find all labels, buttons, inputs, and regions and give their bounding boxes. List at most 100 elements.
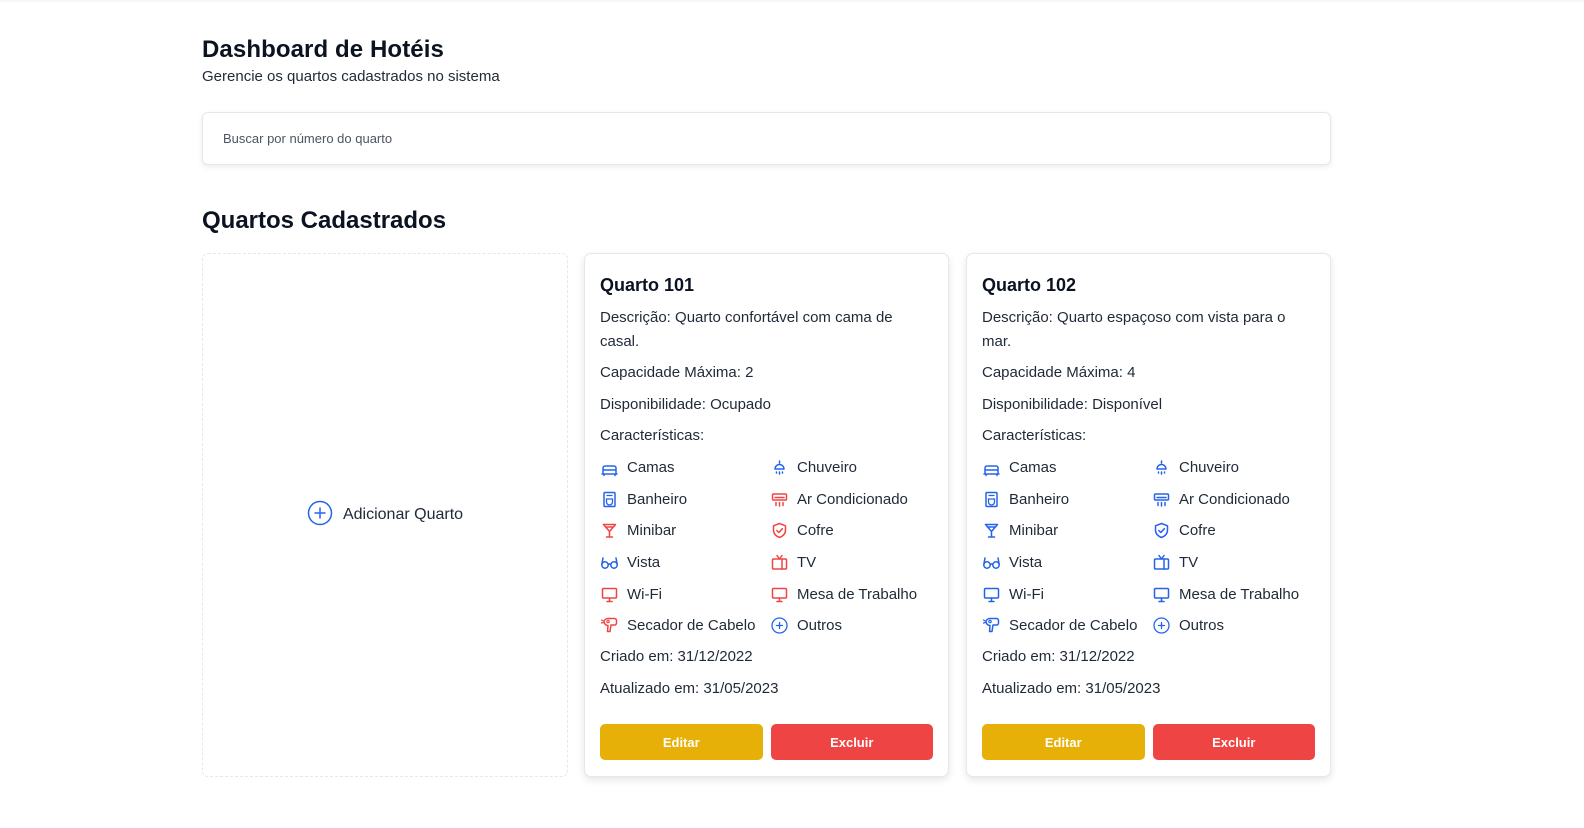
feature-label: Minibar	[1009, 522, 1059, 540]
bed-icon	[600, 458, 619, 477]
add-room-card[interactable]: Adicionar Quarto	[202, 253, 568, 777]
feature-label: Mesa de Trabalho	[1179, 585, 1300, 603]
room-actions: Editar Excluir	[982, 724, 1315, 760]
feature-label: Camas	[1009, 459, 1057, 477]
cocktail-icon	[982, 521, 1001, 540]
feature-item: Minibar	[600, 520, 770, 543]
add-room-label: Adicionar Quarto	[342, 506, 464, 523]
feature-item: Secador de Cabelo	[982, 614, 1152, 637]
feature-label: Chuveiro	[1179, 459, 1240, 477]
feature-item: Banheiro	[600, 488, 770, 511]
tv-icon	[1152, 553, 1171, 572]
room-features-label: Características:	[982, 427, 1087, 444]
hair-dryer-icon	[600, 616, 619, 635]
room-title: Quarto 102	[982, 275, 1077, 295]
feature-item: Cofre	[1152, 520, 1322, 543]
feature-item: Ar Condicionado	[770, 488, 940, 511]
feature-label: Vista	[1009, 554, 1043, 572]
hair-dryer-icon	[982, 616, 1001, 635]
room-capacity: Capacidade Máxima: 4	[982, 364, 1136, 381]
feature-label: Cofre	[1179, 522, 1216, 540]
room-features-label: Características:	[600, 427, 705, 444]
edit-button[interactable]: Editar	[600, 724, 763, 760]
feature-label: Outros	[1179, 617, 1225, 635]
room-updated: Atualizado em: 31/05/2023	[600, 679, 779, 697]
room-card: Quarto 101 Descrição: Quarto confortável…	[584, 253, 949, 777]
feature-label: Vista	[627, 554, 661, 572]
feature-label: Chuveiro	[797, 459, 858, 477]
air-conditioner-icon	[1152, 490, 1171, 509]
add-room-button[interactable]: Adicionar Quarto	[307, 500, 463, 531]
shield-check-icon	[1152, 521, 1171, 540]
feature-label: Wi-Fi	[627, 585, 662, 603]
feature-item: Chuveiro	[770, 457, 940, 480]
feature-item: TV	[1152, 551, 1322, 574]
search-input[interactable]	[203, 113, 1330, 164]
feature-item: Mesa de Trabalho	[770, 583, 940, 606]
feature-label: Banheiro	[1009, 490, 1070, 508]
feature-label: Camas	[627, 459, 675, 477]
shower-icon	[1152, 458, 1171, 477]
room-actions: Editar Excluir	[600, 724, 933, 760]
feature-label: Mesa de Trabalho	[797, 585, 918, 603]
feature-label: Secador de Cabelo	[627, 617, 756, 635]
shower-icon	[770, 458, 789, 477]
monitor-icon	[600, 585, 619, 604]
plus-circle-icon	[1152, 616, 1171, 635]
room-features: Camas Chuveiro Banheiro Ar Condicionado Mini…	[600, 457, 933, 638]
monitor-icon	[770, 585, 789, 604]
delete-button[interactable]: Excluir	[770, 724, 933, 760]
feature-label: Cofre	[797, 522, 834, 540]
feature-item: Banheiro	[982, 488, 1152, 511]
feature-item: Wi-Fi	[982, 583, 1152, 606]
feature-label: Banheiro	[627, 490, 688, 508]
feature-item: TV	[770, 551, 940, 574]
room-updated: Atualizado em: 31/05/2023	[982, 679, 1161, 697]
feature-item: Wi-Fi	[600, 583, 770, 606]
room-capacity: Capacidade Máxima: 2	[600, 364, 754, 381]
room-features: Camas Chuveiro Banheiro Ar Condicionado Mini…	[982, 457, 1315, 638]
feature-label: TV	[1179, 554, 1199, 572]
feature-label: Outros	[797, 617, 843, 635]
feature-label: Ar Condicionado	[1179, 490, 1290, 508]
feature-item: Vista	[982, 551, 1152, 574]
air-conditioner-icon	[770, 490, 789, 509]
glasses-icon	[982, 553, 1001, 572]
feature-item: Camas	[600, 457, 770, 480]
room-availability: Disponibilidade: Ocupado	[600, 395, 771, 413]
feature-item: Ar Condicionado	[1152, 488, 1322, 511]
bathroom-icon	[600, 490, 619, 509]
plus-circle-icon	[307, 500, 333, 531]
room-card: Quarto 102 Descrição: Quarto espaçoso co…	[966, 253, 1331, 777]
feature-item: Camas	[982, 457, 1152, 480]
shield-check-icon	[770, 521, 789, 540]
room-created: Criado em: 31/12/2022	[982, 648, 1135, 666]
room-availability: Disponibilidade: Disponível	[982, 395, 1163, 413]
cocktail-icon	[600, 521, 619, 540]
feature-item: Cofre	[770, 520, 940, 543]
edit-button[interactable]: Editar	[982, 724, 1145, 760]
tv-icon	[770, 553, 789, 572]
feature-item: Mesa de Trabalho	[1152, 583, 1322, 606]
delete-button[interactable]: Excluir	[1152, 724, 1315, 760]
bed-icon	[982, 458, 1001, 477]
feature-item: Minibar	[982, 520, 1152, 543]
feature-label: Wi-Fi	[1009, 585, 1044, 603]
monitor-icon	[982, 585, 1001, 604]
room-created: Criado em: 31/12/2022	[600, 648, 753, 666]
room-description: Descrição: Quarto espaçoso com vista par…	[982, 309, 1286, 350]
search-box	[202, 112, 1331, 165]
feature-item: Outros	[770, 614, 940, 637]
feature-item: Chuveiro	[1152, 457, 1322, 480]
feature-item: Secador de Cabelo	[600, 614, 770, 637]
feature-item: Outros	[1152, 614, 1322, 637]
feature-label: Secador de Cabelo	[1009, 617, 1138, 635]
plus-circle-icon	[770, 616, 789, 635]
feature-label: Ar Condicionado	[797, 490, 908, 508]
page-title: Dashboard de Hotéis	[202, 36, 444, 63]
feature-label: TV	[797, 554, 817, 572]
feature-item: Vista	[600, 551, 770, 574]
page-subtitle: Gerencie os quartos cadastrados no siste…	[202, 68, 500, 85]
feature-label: Minibar	[627, 522, 677, 540]
monitor-icon	[1152, 585, 1171, 604]
